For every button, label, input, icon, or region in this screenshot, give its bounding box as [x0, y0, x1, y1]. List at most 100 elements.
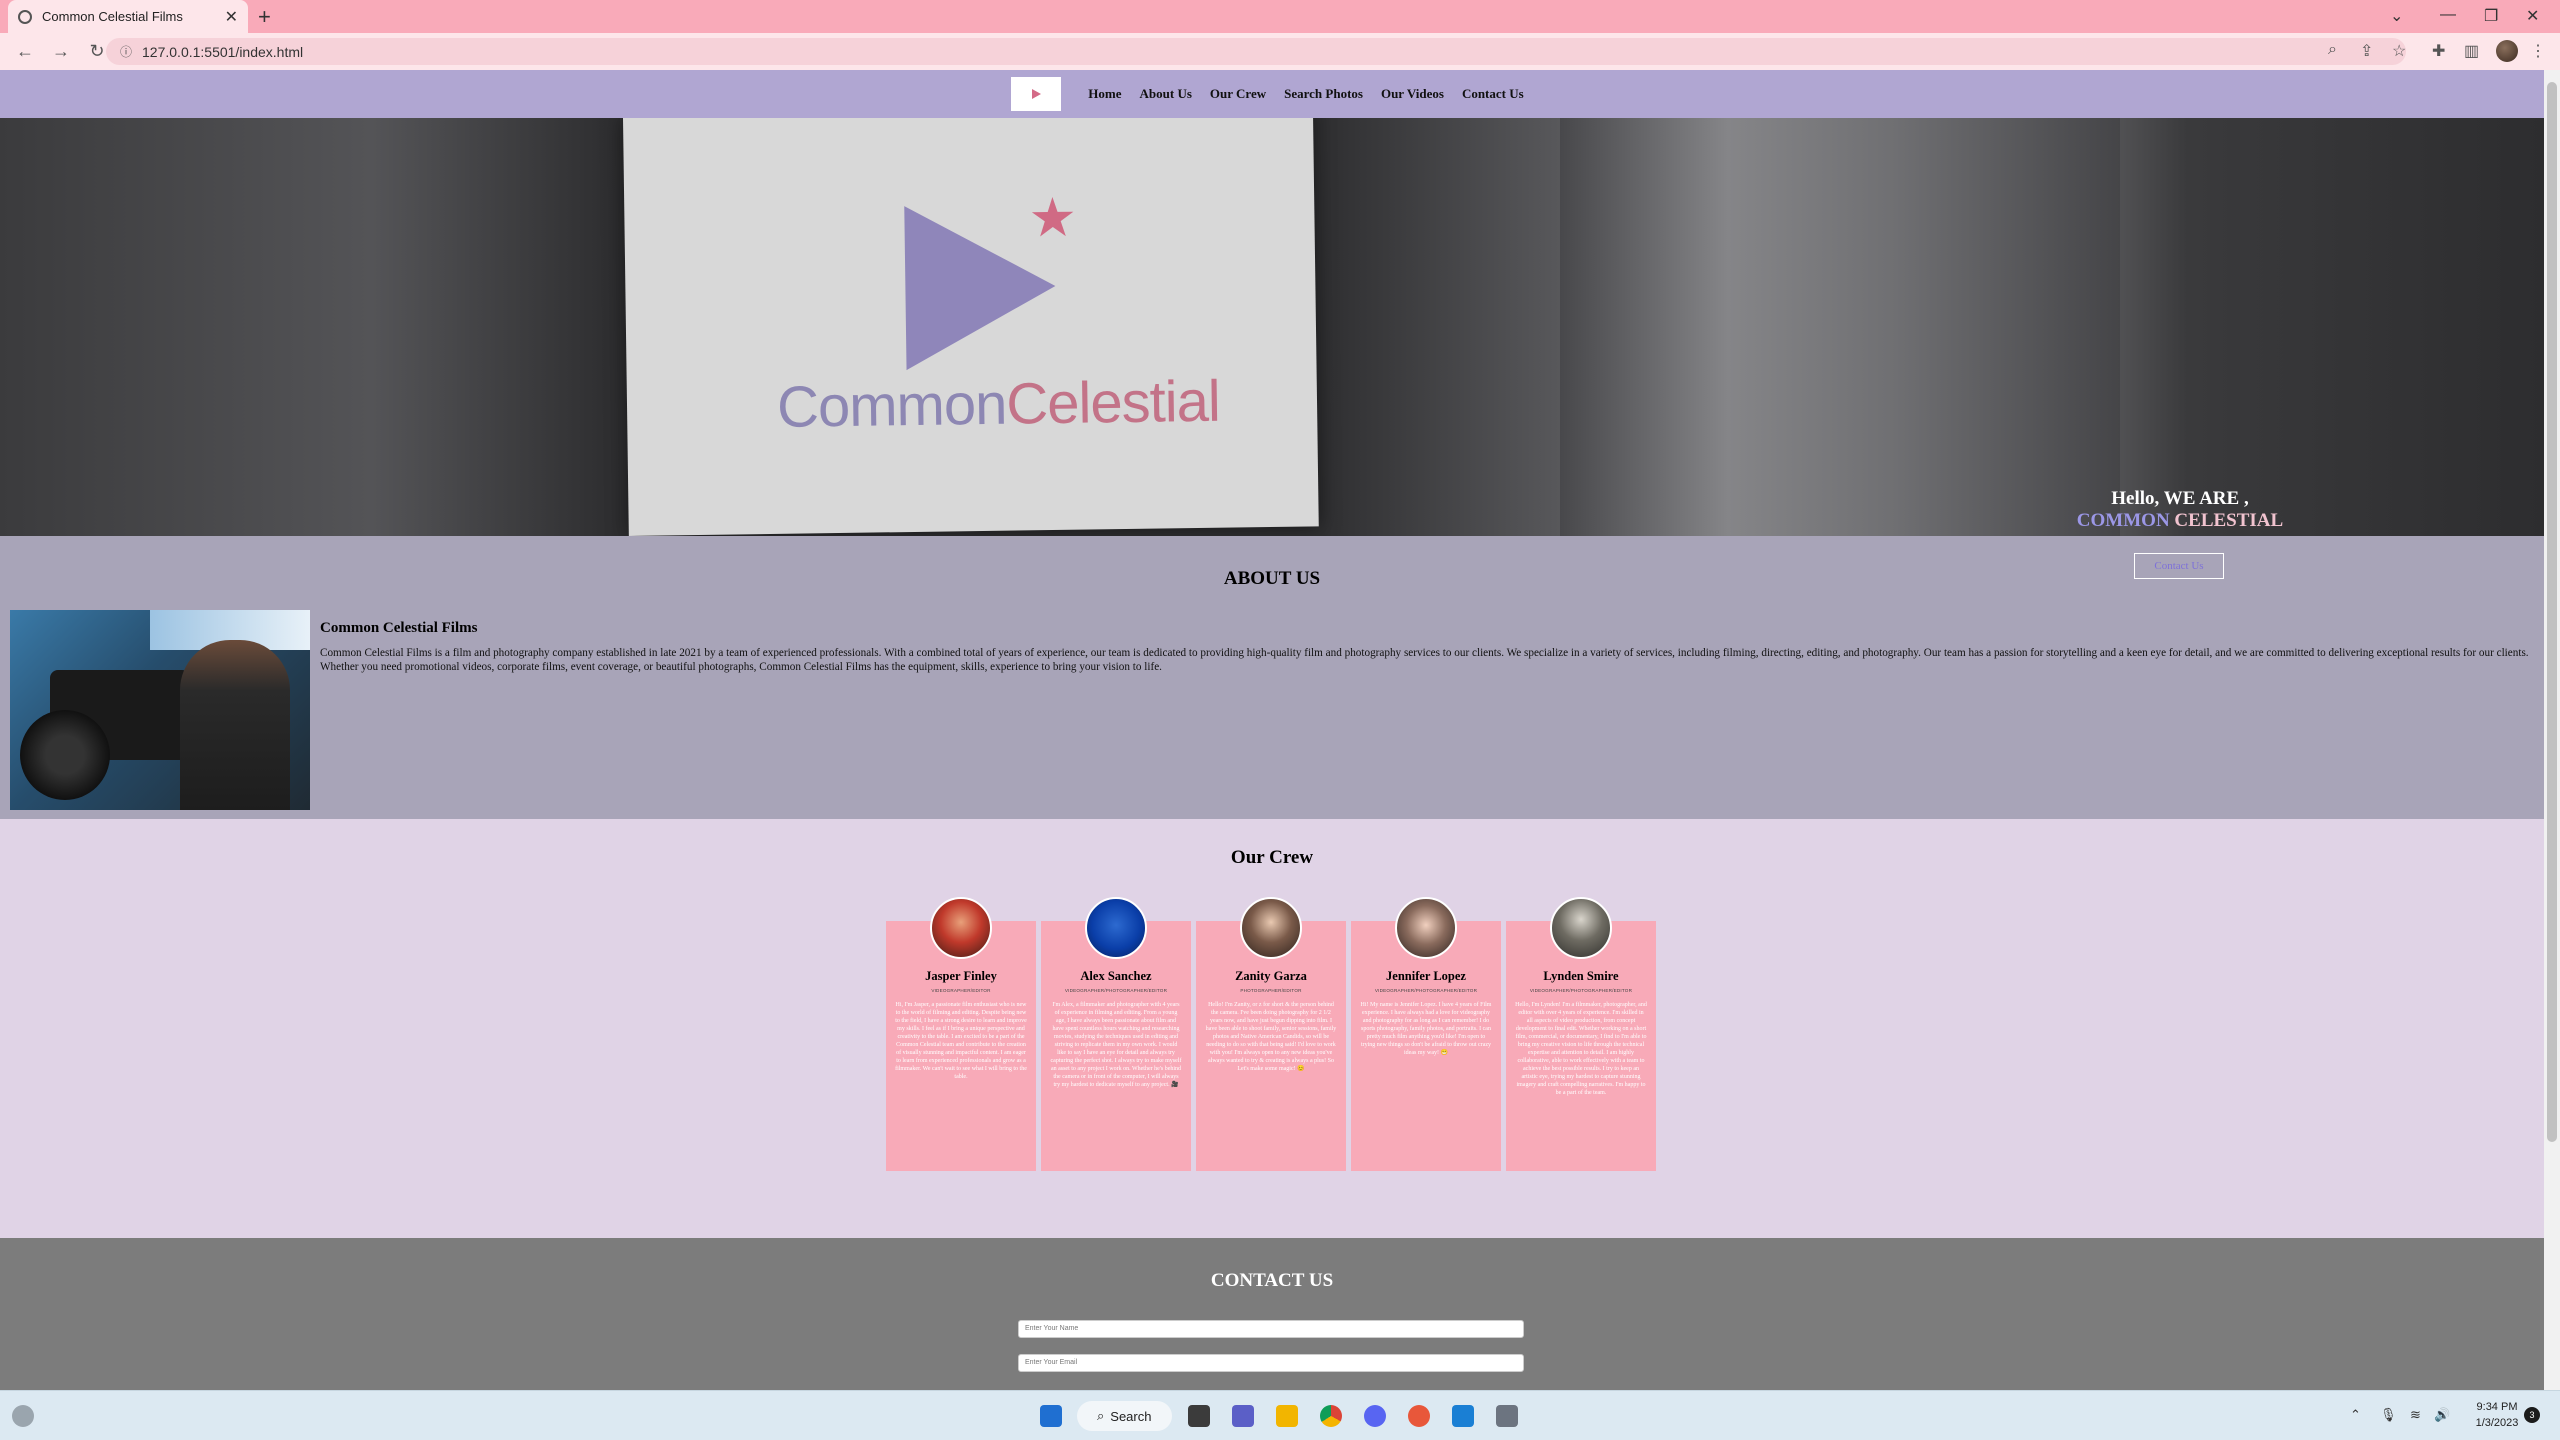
minimize-icon[interactable]: — [2440, 6, 2456, 24]
contact-section: CONTACT US Enter Your Name Enter Your Em… [0, 1238, 2544, 1390]
nav-our-videos[interactable]: Our Videos [1381, 86, 1444, 102]
play-logo-icon [1031, 89, 1041, 99]
crew-name: Lynden Smire [1543, 969, 1619, 983]
cameraman-shape [180, 640, 290, 810]
contact-title: CONTACT US [1210, 1270, 1334, 1291]
crew-name: Jasper Finley [925, 969, 997, 983]
card-wordmark: CommonCelestial [777, 368, 1221, 441]
browser-toolbar: ← → ↻ ⓘ 127.0.0.1:5501/index.html ⌕ ⇪ ☆ … [0, 33, 2560, 70]
restore-icon[interactable]: ❐ [2484, 6, 2498, 26]
avatar [1550, 897, 1612, 959]
globe-icon [18, 9, 32, 24]
hero-logo-card: ★ CommonCelestial [623, 118, 1319, 536]
crew-name: Alex Sanchez [1080, 969, 1152, 983]
nav-search-photos[interactable]: Search Photos [1284, 86, 1363, 102]
address-bar[interactable]: ⓘ 127.0.0.1:5501/index.html [106, 38, 2406, 65]
hero-name-part-1: COMMON [2076, 510, 2170, 531]
vscode-icon[interactable] [1452, 1405, 1474, 1427]
new-tab-button[interactable]: + [258, 4, 271, 30]
hero-background-right [1560, 118, 2120, 536]
nav-home[interactable]: Home [1088, 86, 1121, 102]
microphone-icon[interactable]: 🎙 [2380, 1407, 2397, 1423]
chat-icon[interactable] [1232, 1405, 1254, 1427]
site-nav: Home About Us Our Crew Search Photos Our… [0, 70, 2544, 118]
crew-bio: Hello! I'm Zanity, or z for short & the … [1205, 1002, 1337, 1072]
search-icon: ⌕ [1097, 1408, 1105, 1423]
crew-name: Zanity Garza [1235, 969, 1307, 983]
site-logo[interactable] [1011, 77, 1062, 111]
nav-contact-us[interactable]: Contact Us [1462, 86, 1524, 102]
crew-role: VIDEOGRAPHER/PHOTOGRAPHER/EDITOR [1529, 988, 1633, 993]
about-subtitle: Common Celestial Films [320, 620, 478, 636]
crew-role: VIDEOGRAPHER/PHOTOGRAPHER/EDITOR [1064, 988, 1168, 993]
system-clock[interactable]: 9:34 PM 1/3/2023 [2462, 1399, 2532, 1431]
back-icon[interactable]: ← [14, 41, 36, 62]
browser-tab[interactable]: Common Celestial Films ✕ [8, 0, 248, 33]
nav-about-us[interactable]: About Us [1140, 86, 1192, 102]
close-window-icon[interactable]: ✕ [2526, 6, 2539, 26]
avatar [1240, 897, 1302, 959]
share-icon[interactable]: ⇪ [2360, 41, 2373, 61]
crew-bio: Hello, I'm Lynden! I'm a filmmaker, phot… [1515, 1002, 1647, 1096]
lens-shape [20, 710, 110, 800]
forward-icon[interactable]: → [50, 41, 72, 62]
hero-greeting: Hello, WE ARE , COMMON CELESTIAL [2070, 488, 2290, 532]
avatar [1395, 897, 1457, 959]
clock-time: 9:34 PM [2476, 1401, 2518, 1413]
wordmark-part-2: Celestial [1005, 368, 1221, 437]
hero-background-left [0, 118, 620, 536]
crew-bio: Hi! My name is Jennifer Lopez. I have 4 … [1360, 1002, 1492, 1056]
hero-banner: ★ CommonCelestial Hello, WE ARE , COMMON… [0, 118, 2544, 536]
crew-section: Our Crew Jasper Finley VIDEOGRAPHER/EDIT… [0, 819, 2544, 1238]
discord-icon[interactable] [1364, 1405, 1386, 1427]
about-title: ABOUT US [1223, 568, 1321, 589]
side-panel-icon[interactable]: ▥ [2464, 41, 2479, 61]
chrome-icon[interactable] [1320, 1405, 1342, 1427]
menu-icon[interactable]: ⋮ [2530, 41, 2546, 61]
about-paragraph: Common Celestial Films is a film and pho… [320, 647, 2529, 673]
avatar [1085, 897, 1147, 959]
tab-search-icon[interactable]: ⌄ [2390, 6, 2403, 26]
taskbar-search[interactable]: ⌕ Search [1077, 1401, 1172, 1431]
wifi-icon[interactable]: ≋ [2410, 1407, 2421, 1423]
zoom-icon[interactable]: ⌕ [2328, 41, 2337, 59]
tray-overflow-icon[interactable]: ⌃ [2350, 1407, 2361, 1423]
crew-role: VIDEOGRAPHER/EDITOR [931, 988, 991, 993]
crew-bio: I'm Alex, a filmmaker and photographer w… [1050, 1002, 1182, 1088]
task-view-icon[interactable] [1188, 1405, 1210, 1427]
page-viewport: Home About Us Our Crew Search Photos Our… [0, 70, 2544, 1390]
hero-name-part-2: CELESTIAL [2174, 510, 2284, 531]
star-icon: ★ [1028, 187, 1078, 249]
volume-icon[interactable]: 🔊 [2434, 1407, 2450, 1423]
profile-avatar[interactable] [2496, 40, 2518, 62]
email-input[interactable]: Enter Your Email [1018, 1354, 1524, 1372]
about-section: Contact Us ABOUT US Common Celestial Fil… [0, 536, 2544, 819]
notification-badge[interactable]: 3 [2524, 1407, 2540, 1423]
scrollbar-thumb[interactable] [2547, 82, 2557, 1142]
browser-tab-strip: Common Celestial Films ✕ + ⌄ — ❐ ✕ [0, 0, 2560, 33]
reload-icon[interactable]: ↻ [86, 41, 108, 62]
wordmark-part-1: Common [776, 371, 1007, 440]
avatar [930, 897, 992, 959]
name-input[interactable]: Enter Your Name [1018, 1320, 1524, 1338]
app-icon[interactable] [1408, 1405, 1430, 1427]
extensions-icon[interactable]: ✚ [2432, 41, 2445, 61]
bookmark-star-icon[interactable]: ☆ [2392, 41, 2406, 61]
url-text: 127.0.0.1:5501/index.html [142, 43, 304, 60]
site-info-icon[interactable]: ⓘ [120, 43, 132, 60]
crew-title: Our Crew [1230, 847, 1314, 868]
widgets-icon[interactable] [12, 1405, 34, 1427]
crew-role: PHOTOGRAPHER/EDITOR [1240, 988, 1302, 993]
start-icon[interactable] [1040, 1405, 1062, 1427]
os-taskbar: ⌕ Search ⌃ 🎙 ≋ 🔊 9:34 PM 1/3/2023 3 [0, 1390, 2560, 1440]
file-explorer-icon[interactable] [1276, 1405, 1298, 1427]
close-tab-icon[interactable]: ✕ [225, 7, 238, 27]
about-photo [10, 610, 310, 810]
search-label: Search [1110, 1408, 1152, 1424]
clock-date: 1/3/2023 [2475, 1417, 2519, 1429]
nav-our-crew[interactable]: Our Crew [1210, 86, 1266, 102]
app-window-icon[interactable] [1496, 1405, 1518, 1427]
crew-role: VIDEOGRAPHER/PHOTOGRAPHER/EDITOR [1374, 988, 1478, 993]
crew-bio: Hi, I'm Jasper, a passionate film enthus… [895, 1002, 1027, 1080]
tab-title: Common Celestial Films [42, 9, 183, 24]
